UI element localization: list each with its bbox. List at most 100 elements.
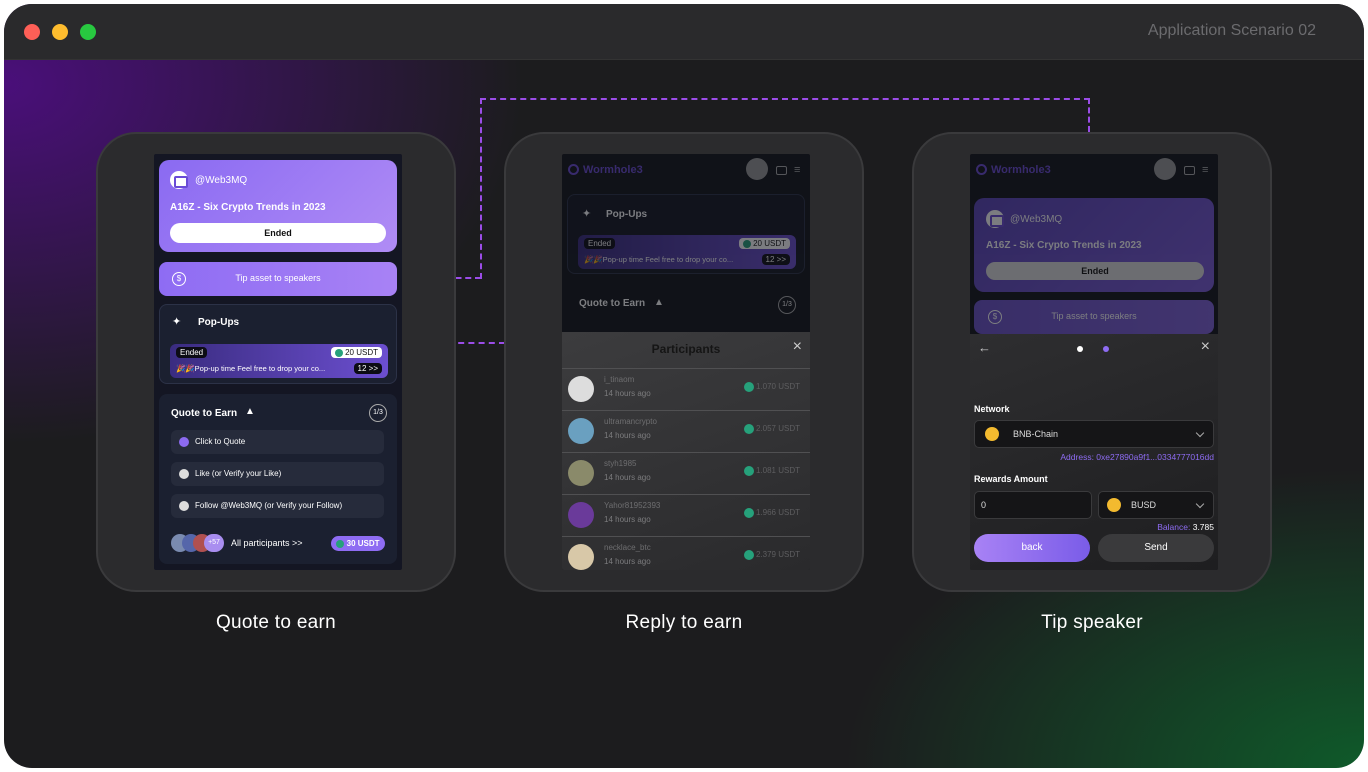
caret-up-icon[interactable]: ▲ — [245, 406, 255, 417]
tip-speakers-button[interactable]: $ Tip asset to speakers — [159, 262, 397, 296]
task-row-follow[interactable]: Follow @Web3MQ (or Verify your Follow) — [171, 494, 384, 518]
amount-badge: 20 USDT — [330, 347, 382, 358]
tip-sheet: ← × Network BNB-Chain Address: 0xe27890a… — [970, 334, 1218, 570]
usdt-icon — [334, 348, 343, 357]
event-count[interactable]: 12 >> — [353, 363, 382, 374]
task-row-like[interactable]: Like (or Verify your Like) — [171, 462, 384, 486]
phone-screen: @Web3MQ A16Z - Six Crypto Trends in 2023… — [154, 154, 402, 570]
amount-value: 0 — [981, 500, 987, 510]
user-avatar[interactable] — [1154, 158, 1176, 180]
participant-name: necklace_btc — [604, 543, 651, 552]
connector-line — [480, 98, 1090, 100]
usdt-icon — [743, 550, 754, 560]
quote-to-earn-panel: Quote to Earn ▲ 1/3 Click to Quote Like … — [159, 394, 397, 564]
page-indicator: 1/3 — [778, 296, 796, 314]
avatar — [568, 544, 594, 570]
reward-badge: 30 USDT — [331, 536, 385, 551]
page-indicator: 1/3 — [369, 404, 387, 422]
popup-event[interactable]: Ended 20 USDT 🎉🎉Pop-up time Feel free to… — [578, 235, 796, 269]
ended-button[interactable]: Ended — [986, 262, 1204, 280]
all-participants-link[interactable]: All participants >> — [231, 538, 303, 548]
space-header-card: @Web3MQ A16Z - Six Crypto Trends in 2023… — [974, 198, 1214, 292]
bnb-icon — [985, 427, 999, 441]
step-dot-active — [1103, 346, 1109, 352]
app-window: Application Scenario 02 @Web3MQ A16Z - S… — [4, 4, 1364, 768]
participant-amount: 1.966 USDT — [743, 508, 800, 518]
participant-name: i_tinaom — [604, 375, 635, 384]
close-icon[interactable]: × — [1201, 338, 1210, 356]
participant-time: 14 hours ago — [604, 431, 651, 440]
event-count[interactable]: 12 >> — [761, 254, 790, 265]
amount-input[interactable]: 0 — [974, 491, 1092, 519]
participant-time: 14 hours ago — [604, 515, 651, 524]
close-window-button[interactable] — [24, 24, 40, 40]
list-item[interactable]: styh1985 14 hours ago 1.081 USDT — [562, 452, 810, 494]
chevron-down-icon — [1195, 499, 1205, 509]
list-item[interactable]: Yahor81952393 14 hours ago 1.966 USDT — [562, 494, 810, 536]
menu-icon[interactable]: ≡ — [1202, 164, 1208, 176]
participant-avatars[interactable]: +57 — [171, 534, 224, 552]
usdt-icon — [743, 466, 754, 476]
avatar — [568, 502, 594, 528]
send-button[interactable]: Send — [1098, 534, 1214, 562]
more-count: +57 — [204, 534, 224, 552]
tip-label: Tip asset to speakers — [235, 273, 321, 283]
heart-icon — [179, 469, 189, 479]
back-button[interactable]: back — [974, 534, 1090, 562]
event-text: 🎉🎉Pop-up time Feel free to drop your co.… — [584, 255, 734, 264]
task-row-quote[interactable]: Click to Quote — [171, 430, 384, 454]
ended-button[interactable]: Ended — [170, 223, 386, 243]
avatar — [170, 171, 188, 189]
token-value: BUSD — [1131, 500, 1157, 510]
wallet-icon[interactable] — [776, 166, 787, 175]
network-value: BNB-Chain — [1013, 429, 1059, 439]
step-dot — [1077, 346, 1083, 352]
title-bar: Application Scenario 02 — [4, 4, 1364, 60]
usdt-icon — [743, 382, 754, 392]
event-text: 🎉🎉Pop-up time Feel free to drop your co.… — [176, 364, 326, 373]
avatar — [568, 460, 594, 486]
popups-title: Pop-Ups — [606, 209, 648, 220]
scenario-card-quote: @Web3MQ A16Z - Six Crypto Trends in 2023… — [96, 132, 456, 592]
phone-screen: Wormhole3 ≡ ✦ Pop-Ups Ended 20 USDT 🎉🎉Po… — [562, 154, 810, 570]
menu-icon[interactable]: ≡ — [794, 164, 800, 176]
space-header-card: @Web3MQ A16Z - Six Crypto Trends in 2023… — [159, 160, 397, 252]
space-title: A16Z - Six Crypto Trends in 2023 — [986, 240, 1142, 251]
list-item[interactable]: i_tinaom 14 hours ago 1.070 USDT — [562, 368, 810, 410]
avatar — [568, 418, 594, 444]
wallet-icon[interactable] — [1184, 166, 1195, 175]
list-item[interactable]: ultramancrypto 14 hours ago 2.057 USDT — [562, 410, 810, 452]
participant-amount: 2.057 USDT — [743, 424, 800, 434]
network-select[interactable]: BNB-Chain — [974, 420, 1214, 448]
amount-label: Rewards Amount — [974, 474, 1048, 484]
user-avatar[interactable] — [746, 158, 768, 180]
popup-event[interactable]: Ended 20 USDT 🎉🎉Pop-up time Feel free to… — [170, 344, 388, 378]
token-select[interactable]: BUSD — [1098, 491, 1214, 519]
phone-screen: Wormhole3 ≡ @Web3MQ A16Z - Six Crypto Tr… — [970, 154, 1218, 570]
usdt-icon — [743, 508, 754, 518]
wormhole-logo: Wormhole3 — [568, 164, 643, 176]
caret-up-icon[interactable]: ▲ — [654, 297, 664, 308]
minimize-window-button[interactable] — [52, 24, 68, 40]
list-item[interactable]: necklace_btc 14 hours ago 2.379 USDT — [562, 536, 810, 570]
tip-speakers-button[interactable]: $ Tip asset to speakers — [974, 300, 1214, 334]
usdt-icon — [743, 424, 754, 434]
back-arrow-icon[interactable]: ← — [978, 340, 991, 355]
space-title: A16Z - Six Crypto Trends in 2023 — [170, 202, 326, 213]
wallet-address: Address: 0xe27890a9f1...0334777016dd — [1060, 452, 1214, 462]
wormhole-logo: Wormhole3 — [976, 164, 1051, 176]
balance: Balance: 3.785 — [1157, 522, 1214, 532]
close-icon[interactable]: × — [793, 338, 802, 356]
task-label: Follow @Web3MQ (or Verify your Follow) — [195, 501, 343, 510]
status-badge: Ended — [584, 238, 616, 249]
party-icon: ✦ — [172, 316, 182, 328]
task-label: Like (or Verify your Like) — [195, 469, 282, 478]
status-badge: Ended — [176, 347, 208, 358]
chevron-down-icon — [1195, 428, 1205, 438]
zoom-window-button[interactable] — [80, 24, 96, 40]
avatar — [568, 376, 594, 402]
participant-time: 14 hours ago — [604, 557, 651, 566]
follow-icon — [179, 501, 189, 511]
connector-line — [1088, 98, 1090, 132]
busd-icon — [1107, 498, 1121, 512]
